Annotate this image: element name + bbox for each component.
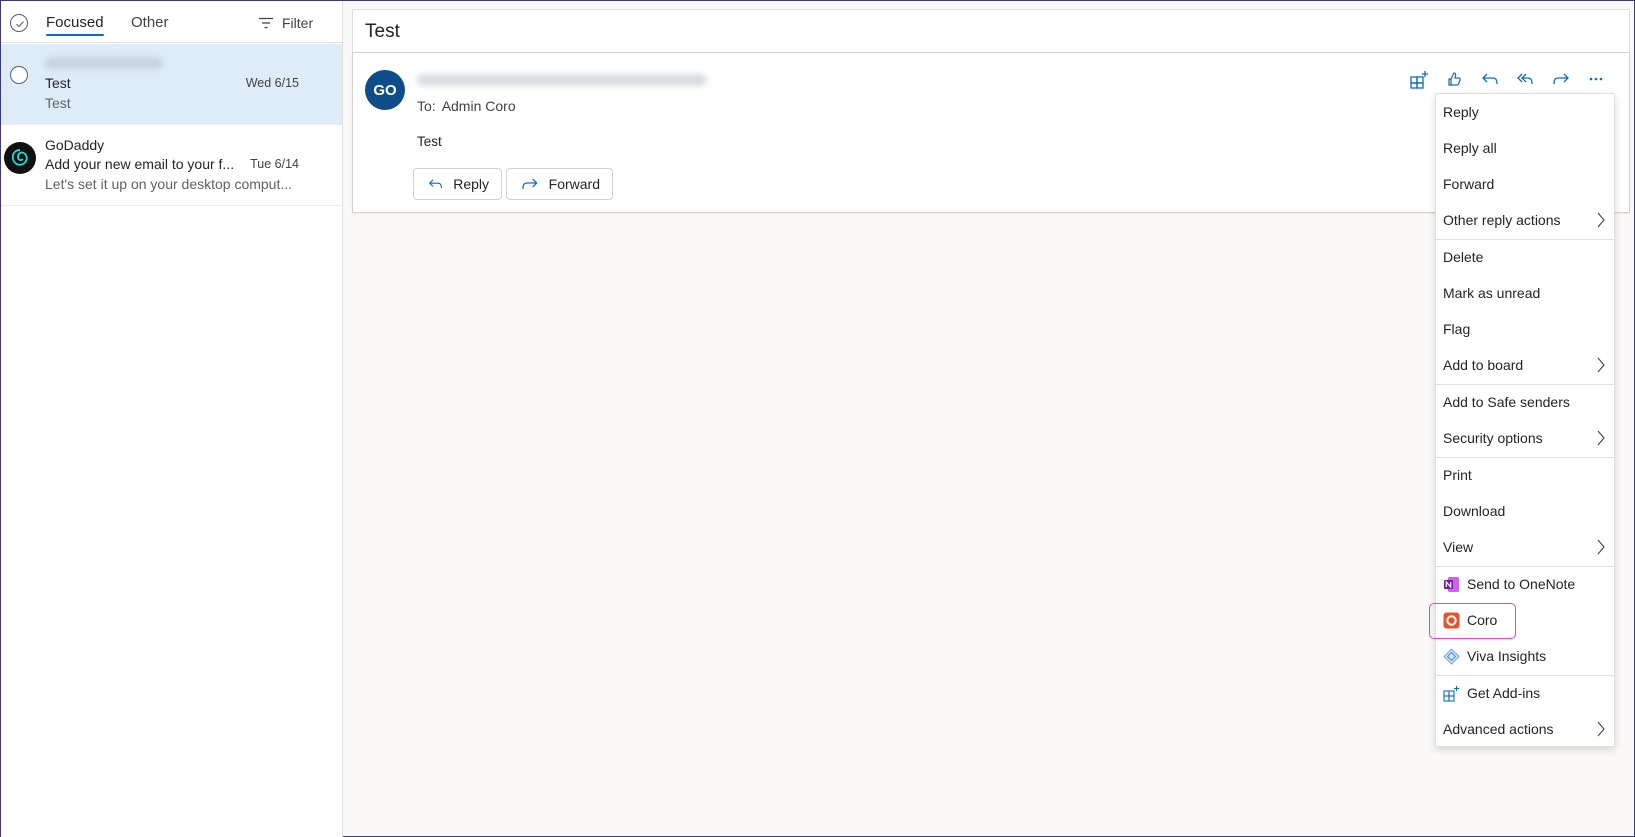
item-subject: Test bbox=[45, 75, 71, 91]
to-label: To: bbox=[417, 98, 436, 114]
reply-icon bbox=[1481, 73, 1498, 85]
select-all-checkbox[interactable] bbox=[10, 14, 28, 32]
like-button[interactable] bbox=[1437, 65, 1473, 93]
chevron-right-icon bbox=[1597, 721, 1605, 737]
reply-all-toolbar-button[interactable] bbox=[1508, 65, 1544, 93]
reply-button[interactable]: Reply bbox=[413, 168, 502, 200]
recipient-line: To: Admin Coro bbox=[417, 98, 516, 114]
chevron-right-icon bbox=[1597, 357, 1605, 373]
onenote-icon bbox=[1443, 576, 1460, 593]
menu-item-download[interactable]: Download bbox=[1436, 493, 1614, 529]
list-item[interactable]: Test Wed 6/15 Test bbox=[1, 44, 342, 125]
select-item-radio[interactable] bbox=[10, 66, 28, 84]
message-toolbar bbox=[1401, 65, 1614, 93]
menu-item-security-options[interactable]: Security options bbox=[1436, 420, 1614, 456]
menu-item-viva-insights[interactable]: Viva Insights bbox=[1436, 638, 1614, 674]
godaddy-logo-icon bbox=[11, 149, 28, 166]
menu-item-add-to-board[interactable]: Add to board bbox=[1436, 347, 1614, 383]
viva-insights-icon bbox=[1443, 647, 1460, 665]
item-date: Wed 6/15 bbox=[245, 76, 299, 90]
more-icon bbox=[1589, 77, 1603, 81]
filter-label: Filter bbox=[282, 15, 314, 31]
menu-item-flag[interactable]: Flag bbox=[1436, 311, 1614, 347]
menu-item-reply[interactable]: Reply bbox=[1436, 94, 1614, 130]
chevron-right-icon bbox=[1597, 539, 1605, 555]
menu-item-forward[interactable]: Forward bbox=[1436, 166, 1614, 202]
menu-item-advanced-actions[interactable]: Advanced actions bbox=[1436, 711, 1614, 747]
menu-item-delete[interactable]: Delete bbox=[1436, 239, 1614, 275]
tab-other[interactable]: Other bbox=[131, 14, 169, 31]
forward-toolbar-button[interactable] bbox=[1543, 65, 1579, 93]
reply-icon bbox=[428, 179, 443, 189]
forward-icon bbox=[1553, 73, 1569, 85]
chevron-right-icon bbox=[1597, 212, 1605, 228]
page-title: Test bbox=[365, 21, 400, 42]
apps-button[interactable] bbox=[1401, 65, 1437, 93]
item-sender bbox=[45, 56, 163, 72]
menu-item-add-safe-senders[interactable]: Add to Safe senders bbox=[1436, 384, 1614, 420]
like-icon bbox=[1448, 72, 1462, 86]
menu-item-other-reply-actions[interactable]: Other reply actions bbox=[1436, 202, 1614, 238]
menu-item-mark-unread[interactable]: Mark as unread bbox=[1436, 275, 1614, 311]
recipient-name[interactable]: Admin Coro bbox=[442, 98, 516, 114]
forward-button[interactable]: Forward bbox=[506, 168, 613, 200]
item-preview: Let's set it up on your desktop comput..… bbox=[45, 176, 293, 192]
filter-button[interactable]: Filter bbox=[258, 15, 313, 31]
filter-icon bbox=[259, 17, 273, 29]
avatar[interactable]: GO bbox=[365, 70, 405, 110]
reply-label: Reply bbox=[453, 176, 489, 192]
coro-highlight-box bbox=[1429, 603, 1516, 639]
item-date: Tue 6/14 bbox=[250, 157, 299, 171]
tab-focused[interactable]: Focused bbox=[46, 14, 104, 36]
redacted-sender bbox=[45, 57, 163, 69]
apps-icon bbox=[1443, 685, 1460, 702]
message-list-pane: Focused Other Filter Test Wed 6/15 Test … bbox=[1, 1, 343, 837]
item-sender: GoDaddy bbox=[45, 137, 105, 153]
menu-item-print[interactable]: Print bbox=[1436, 457, 1614, 493]
list-item[interactable]: GoDaddy Add your new email to your f... … bbox=[1, 125, 342, 206]
menu-item-send-to-onenote[interactable]: Send to OneNote bbox=[1436, 566, 1614, 602]
chevron-right-icon bbox=[1597, 430, 1605, 446]
menu-item-view[interactable]: View bbox=[1436, 529, 1614, 565]
menu-item-get-add-ins[interactable]: Get Add-ins bbox=[1436, 675, 1614, 711]
menu-item-reply-all[interactable]: Reply all bbox=[1436, 130, 1614, 166]
item-preview: Test bbox=[45, 95, 71, 111]
message-body: Test bbox=[417, 134, 442, 149]
apps-icon bbox=[1410, 71, 1428, 89]
item-subject: Add your new email to your f... bbox=[45, 156, 235, 172]
checkmark-icon bbox=[16, 21, 24, 28]
forward-icon bbox=[522, 178, 538, 189]
forward-label: Forward bbox=[548, 176, 600, 192]
reply-all-icon bbox=[1517, 73, 1533, 85]
subject-header: Test bbox=[352, 9, 1630, 52]
reply-toolbar-button[interactable] bbox=[1472, 65, 1508, 93]
more-actions-menu: Reply Reply all Forward Other reply acti… bbox=[1435, 93, 1615, 747]
redacted-from bbox=[417, 74, 707, 86]
more-actions-button[interactable] bbox=[1579, 65, 1615, 93]
godaddy-avatar bbox=[4, 142, 36, 174]
list-pivot: Focused Other Filter bbox=[1, 1, 343, 43]
